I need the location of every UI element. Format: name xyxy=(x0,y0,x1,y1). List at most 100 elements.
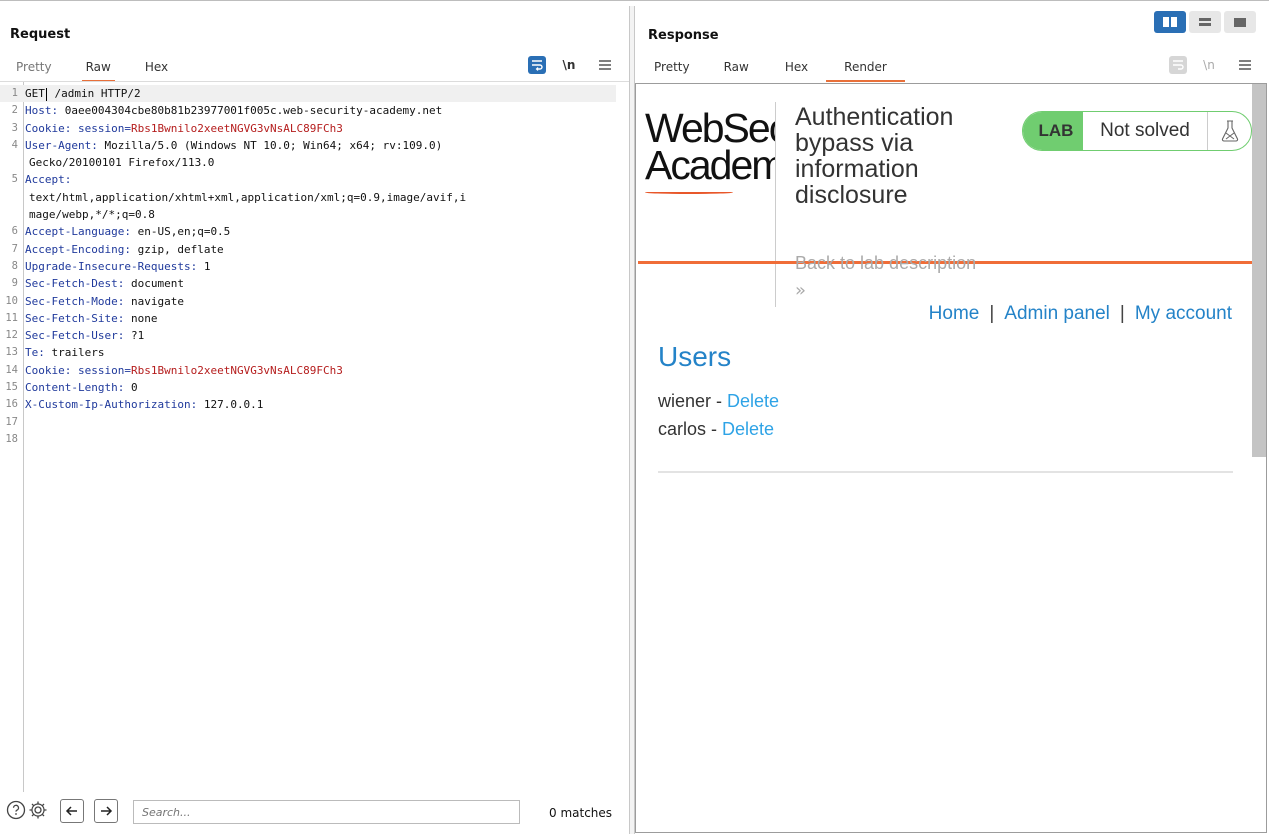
header-name: Content-Length xyxy=(25,381,118,395)
request-tab-hex[interactable]: Hex xyxy=(145,60,168,82)
help-icon[interactable] xyxy=(6,800,26,820)
delete-user-link[interactable]: Delete xyxy=(727,391,779,411)
nav-home-link[interactable]: Home xyxy=(929,303,980,325)
request-lines: 1 GET /admin HTTP/2 2 Host: 0aee004304cbe80… xyxy=(0,85,629,448)
lab-title: Authentication bypass via information di… xyxy=(795,103,954,209)
header-name: Accept-Encoding xyxy=(25,242,125,256)
newline-toggle-button: \n xyxy=(1203,58,1215,72)
response-tab-pretty[interactable]: Pretty xyxy=(654,60,690,82)
line-code: Cookie: session=Rbs1Bwnilo2xeetNGVG3vNsA… xyxy=(22,120,629,137)
header-name: User-Agent xyxy=(25,138,92,152)
layout-toggle xyxy=(1151,11,1256,33)
request-target: /admin HTTP/2 xyxy=(47,87,141,100)
line-code: Upgrade-Insecure-Requests: 1 xyxy=(22,258,629,275)
menu-icon[interactable] xyxy=(596,57,614,73)
line-number: 6 xyxy=(11,225,18,238)
cookie-value: Rbs1Bwnilo2xeetNGVG3vNsALC89FCh3 xyxy=(130,363,343,377)
line-number: 15 xyxy=(5,381,18,394)
logo-line2: Academy xyxy=(645,142,775,185)
line-number: 18 xyxy=(5,432,18,445)
nav-my-account-link[interactable]: My account xyxy=(1135,303,1232,325)
request-line: 11 Sec-Fetch-Site: none xyxy=(0,310,629,327)
line-code: Sec-Fetch-Dest: document xyxy=(22,275,629,292)
request-line: 7 Accept-Encoding: gzip, deflate xyxy=(0,241,629,258)
request-line: 17 xyxy=(0,414,629,431)
header-colon: : xyxy=(91,138,98,152)
header-value: 0aee004304cbe80b81b23977001f005c.web-sec… xyxy=(58,104,443,118)
header-value: 127.0.0.1 xyxy=(197,398,264,412)
render-scrollbar[interactable] xyxy=(1252,84,1266,457)
line-number: 17 xyxy=(5,415,18,428)
back-to-lab-description-link[interactable]: Back to lab description xyxy=(795,253,976,274)
request-line: 6 Accept-Language: en-US,en;q=0.5 xyxy=(0,223,629,240)
header-value: Mozilla/5.0 (Windows NT 10.0; Win64; x64… xyxy=(97,138,443,152)
request-line: 15 Content-Length: 0 xyxy=(0,379,629,396)
header-colon: : xyxy=(124,225,131,239)
nav-separator: | xyxy=(989,303,995,324)
header-name: Sec-Fetch-User xyxy=(25,329,118,343)
lab-label: LAB xyxy=(1023,112,1083,150)
line-code: Sec-Fetch-Site: none xyxy=(22,310,629,327)
arrow-left-icon[interactable] xyxy=(60,799,84,823)
delete-user-link[interactable]: Delete xyxy=(722,419,774,439)
header-name: Sec-Fetch-Mode xyxy=(25,294,118,308)
request-line: 8 Upgrade-Insecure-Requests: 1 xyxy=(0,258,629,275)
wrap-lines-icon xyxy=(1169,56,1187,74)
request-tab-pretty[interactable]: Pretty xyxy=(16,60,52,82)
header-divider xyxy=(775,102,776,307)
user-separator: - xyxy=(706,419,723,439)
line-code: Sec-Fetch-User: ?1 xyxy=(22,327,629,344)
single-pane-layout-icon[interactable] xyxy=(1224,11,1256,33)
line-number: 5 xyxy=(11,173,18,186)
newline-toggle-button[interactable]: \n xyxy=(560,57,578,73)
line-number: 13 xyxy=(5,346,18,359)
header-name: Te xyxy=(25,346,39,360)
line-code: Host: 0aee004304cbe80b81b23977001f005c.w… xyxy=(22,102,629,119)
request-line: 16 X-Custom-Ip-Authorization: 127.0.0.1 xyxy=(0,396,629,413)
request-tabs: Pretty Raw Hex xyxy=(16,60,202,82)
response-tab-hex[interactable]: Hex xyxy=(785,60,808,82)
user-name: wiener xyxy=(658,391,712,411)
header-name: Accept xyxy=(25,173,65,187)
menu-icon[interactable] xyxy=(1236,57,1254,73)
arrow-right-icon[interactable] xyxy=(94,799,118,823)
response-tab-raw[interactable]: Raw xyxy=(724,60,749,82)
request-line: 4 User-Agent: Mozilla/5.0 (Windows NT 10.… xyxy=(0,137,629,154)
stacked-layout-icon[interactable] xyxy=(1189,11,1221,33)
lab-status-badge: LAB Not solved xyxy=(1022,111,1252,151)
request-line-continuation: text/html,application/xhtml+xml,applicat… xyxy=(0,189,629,206)
request-line: 3 Cookie: session=Rbs1Bwnilo2xeetNGVG3vNs… xyxy=(0,120,629,137)
wrap-lines-icon[interactable] xyxy=(528,56,546,74)
header-value: gzip, deflate xyxy=(130,242,224,256)
side-by-side-layout-icon[interactable] xyxy=(1154,11,1186,33)
response-tab-render[interactable]: Render xyxy=(826,60,905,82)
settings-gear-icon[interactable] xyxy=(28,800,48,820)
request-line: 1 GET /admin HTTP/2 xyxy=(0,85,616,103)
request-line: 13 Te: trailers xyxy=(0,344,629,361)
site-nav: Home | Admin panel | My account xyxy=(929,303,1232,325)
header-name: Upgrade-Insecure-Requests xyxy=(25,259,191,273)
search-input[interactable] xyxy=(133,800,520,824)
response-tabs: Pretty Raw Hex Render xyxy=(654,60,935,82)
header-name: X-Custom-Ip-Authorization xyxy=(25,398,191,412)
header-colon: : xyxy=(124,242,131,256)
request-editor[interactable]: 1 GET /admin HTTP/2 2 Host: 0aee004304cbe80… xyxy=(0,81,629,792)
line-number: 4 xyxy=(11,138,18,151)
header-value: 1 xyxy=(197,259,211,273)
line-code: Gecko/20100101 Firefox/113.0 xyxy=(29,156,215,170)
header-value: ?1 xyxy=(124,329,145,343)
header-name: Sec-Fetch-Site xyxy=(25,311,118,325)
request-tab-raw[interactable]: Raw xyxy=(81,60,115,82)
line-code: text/html,application/xhtml+xml,applicat… xyxy=(29,190,467,204)
cookie-value: Rbs1Bwnilo2xeetNGVG3vNsALC89FCh3 xyxy=(130,121,343,135)
user-row: carlos - Delete xyxy=(658,419,774,440)
header-colon: : xyxy=(64,173,72,187)
header-name: Host xyxy=(25,104,52,118)
chevron-right-icon: » xyxy=(795,280,807,301)
line-number: 8 xyxy=(11,259,18,272)
nav-separator: | xyxy=(1119,303,1125,324)
line-number: 11 xyxy=(5,311,18,324)
nav-admin-panel-link[interactable]: Admin panel xyxy=(1004,303,1110,325)
content-divider xyxy=(658,471,1233,473)
request-title: Request xyxy=(10,27,71,42)
